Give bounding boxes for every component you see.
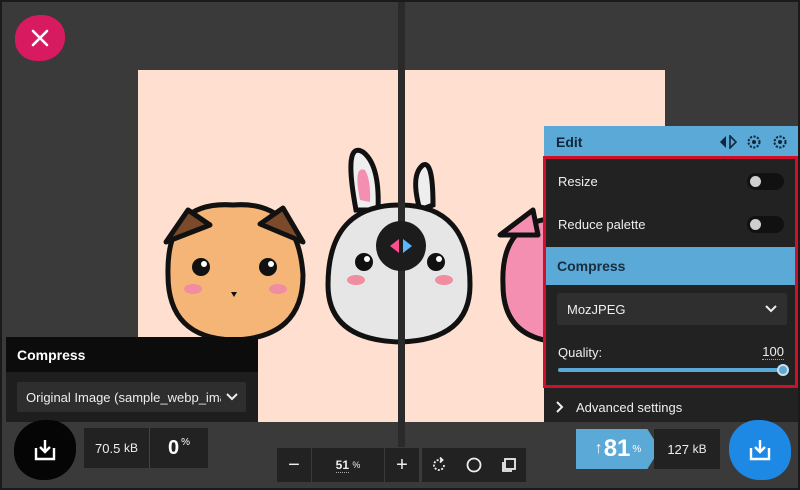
background-toggle-button[interactable] bbox=[457, 448, 492, 482]
reduce-palette-toggle[interactable] bbox=[747, 215, 784, 233]
zoom-level[interactable]: 51 % bbox=[311, 448, 385, 482]
compare-arrows-icon bbox=[390, 239, 412, 253]
compressed-size-value: 127 bbox=[667, 441, 690, 457]
original-percent: 0% bbox=[150, 437, 208, 460]
rotate-icon bbox=[433, 456, 446, 471]
download-compressed-button[interactable] bbox=[729, 420, 791, 480]
quality-slider-thumb[interactable] bbox=[777, 364, 789, 376]
circle-icon bbox=[466, 457, 482, 473]
original-size-unit: kB bbox=[123, 441, 138, 455]
quality-row: Quality: 100 bbox=[546, 342, 796, 362]
app-frame: Edit Resize Reduce palette Compress MozJ… bbox=[0, 0, 800, 490]
close-icon bbox=[31, 29, 49, 47]
source-select[interactable]: Original Image (sample_webp_imag bbox=[17, 382, 246, 412]
original-stats: 70.5 kB 0% bbox=[84, 428, 208, 468]
divider-handle[interactable] bbox=[376, 221, 426, 271]
zoom-value: 51 bbox=[335, 457, 349, 473]
resize-toggle[interactable] bbox=[747, 172, 784, 190]
download-icon bbox=[34, 440, 56, 461]
resize-label: Resize bbox=[558, 173, 598, 189]
advanced-settings-toggle[interactable]: Advanced settings bbox=[544, 392, 798, 422]
original-size-value: 70.5 bbox=[95, 440, 121, 456]
compressed-percent: ↑ 81% bbox=[576, 429, 660, 469]
compressed-size-unit: kB bbox=[692, 442, 707, 456]
edit-header: Edit bbox=[544, 126, 798, 158]
download-original-button[interactable] bbox=[14, 420, 76, 480]
quality-label: Quality: bbox=[558, 344, 603, 360]
crop-icon bbox=[501, 458, 516, 472]
quality-slider[interactable] bbox=[558, 368, 784, 372]
copy-settings-button[interactable] bbox=[744, 132, 764, 152]
zoom-in-button[interactable]: + bbox=[385, 448, 419, 482]
download-icon bbox=[749, 440, 771, 461]
left-panel-title: Compress bbox=[17, 346, 86, 363]
original-percent-value: 0 bbox=[167, 436, 180, 459]
chevron-down-icon bbox=[226, 393, 238, 401]
settings-copy-icon bbox=[747, 135, 761, 149]
settings-paste-icon bbox=[773, 135, 787, 149]
original-percent-unit: % bbox=[181, 436, 191, 448]
resize-row: Resize bbox=[546, 165, 796, 197]
left-panel-header: Compress bbox=[6, 337, 258, 372]
zoom-unit: % bbox=[352, 460, 361, 470]
codec-value: MozJPEG bbox=[567, 301, 626, 317]
chevron-down-icon bbox=[765, 305, 777, 313]
zoom-controls: − 51 % + bbox=[277, 448, 419, 482]
rotate-button[interactable] bbox=[422, 448, 457, 482]
increase-arrow: ↑ bbox=[594, 440, 603, 457]
codec-select[interactable]: MozJPEG bbox=[557, 293, 787, 325]
compare-toggle-button[interactable] bbox=[718, 132, 738, 152]
view-tools bbox=[422, 448, 526, 482]
crop-button[interactable] bbox=[491, 448, 526, 482]
source-value: Original Image (sample_webp_imag bbox=[26, 389, 221, 405]
compressed-size: 127 kB bbox=[654, 429, 720, 469]
compare-arrows-icon bbox=[720, 135, 737, 149]
compressed-percent-value: 81 bbox=[603, 435, 631, 462]
reduce-palette-label: Reduce palette bbox=[558, 216, 646, 232]
compress-section-header: Compress bbox=[546, 247, 796, 285]
original-size: 70.5 kB bbox=[84, 428, 150, 468]
compressed-percent-unit: % bbox=[632, 443, 642, 455]
reduce-palette-row: Reduce palette bbox=[546, 208, 796, 240]
zoom-out-button[interactable]: − bbox=[277, 448, 311, 482]
close-button[interactable] bbox=[15, 15, 65, 61]
advanced-settings-label: Advanced settings bbox=[576, 399, 683, 415]
paste-settings-button[interactable] bbox=[770, 132, 790, 152]
edit-title: Edit bbox=[556, 134, 583, 150]
compress-section-label: Compress bbox=[557, 258, 626, 274]
quality-value[interactable]: 100 bbox=[762, 344, 784, 360]
chevron-right-icon bbox=[556, 401, 564, 413]
